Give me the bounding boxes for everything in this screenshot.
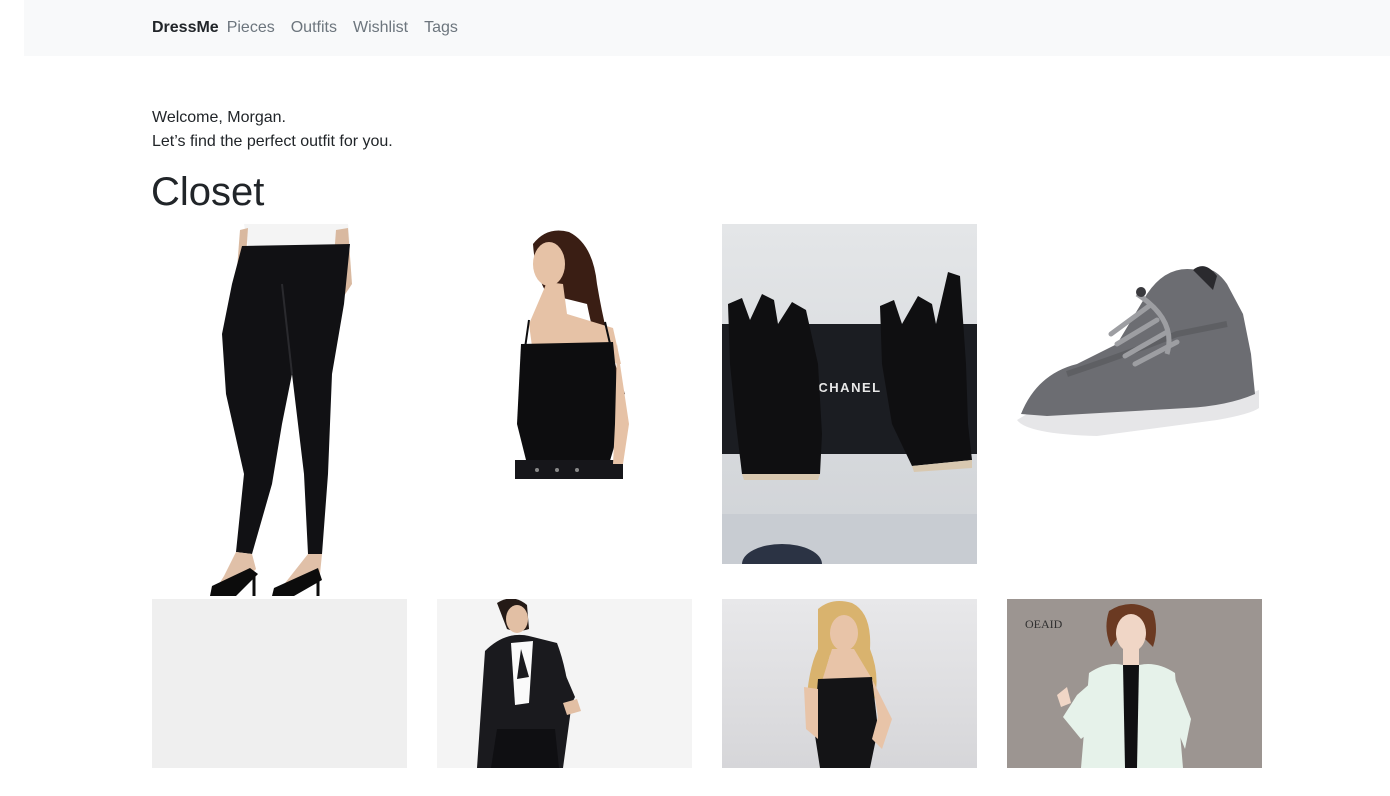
pants-image — [152, 224, 407, 596]
image-watermark: OEAID — [1025, 617, 1063, 631]
nav-link-outfits[interactable]: Outfits — [291, 17, 337, 39]
welcome-subtitle: Let’s find the perfect outfit for you. — [152, 133, 393, 150]
closet-title: Closet — [151, 170, 265, 214]
closet-item-white-blazer[interactable]: OEAID — [1007, 599, 1262, 768]
brand-link[interactable]: DressMe — [152, 17, 219, 39]
nav-link-tags[interactable]: Tags — [424, 17, 458, 39]
blazer-outfit-image — [437, 599, 692, 768]
box-brand-text: CHANEL — [818, 380, 881, 395]
welcome-message: Welcome, Morgan. Let’s find the perfect … — [152, 106, 393, 154]
sneaker-image — [1007, 224, 1262, 479]
camisole-image — [437, 224, 692, 479]
closet-item-placeholder[interactable] — [152, 599, 407, 768]
closet-item-shapewear[interactable] — [722, 599, 977, 768]
navbar: DressMe Pieces Outfits Wishlist Tags — [24, 0, 1390, 56]
closet-item-blazer-outfit[interactable] — [437, 599, 692, 768]
closet-item-camisole[interactable] — [437, 224, 692, 479]
gloves-image: CHANEL — [722, 224, 977, 564]
welcome-greeting: Welcome, Morgan. — [152, 109, 286, 126]
nav-link-wishlist[interactable]: Wishlist — [353, 17, 408, 39]
closet-item-pants[interactable] — [152, 224, 407, 596]
shapewear-image — [722, 599, 977, 768]
closet-item-sneaker[interactable] — [1007, 224, 1262, 479]
white-blazer-image: OEAID — [1007, 599, 1262, 768]
nav-links: DressMe Pieces Outfits Wishlist Tags — [152, 17, 474, 39]
nav-link-pieces[interactable]: Pieces — [227, 17, 275, 39]
closet-item-gloves[interactable]: CHANEL — [722, 224, 977, 564]
